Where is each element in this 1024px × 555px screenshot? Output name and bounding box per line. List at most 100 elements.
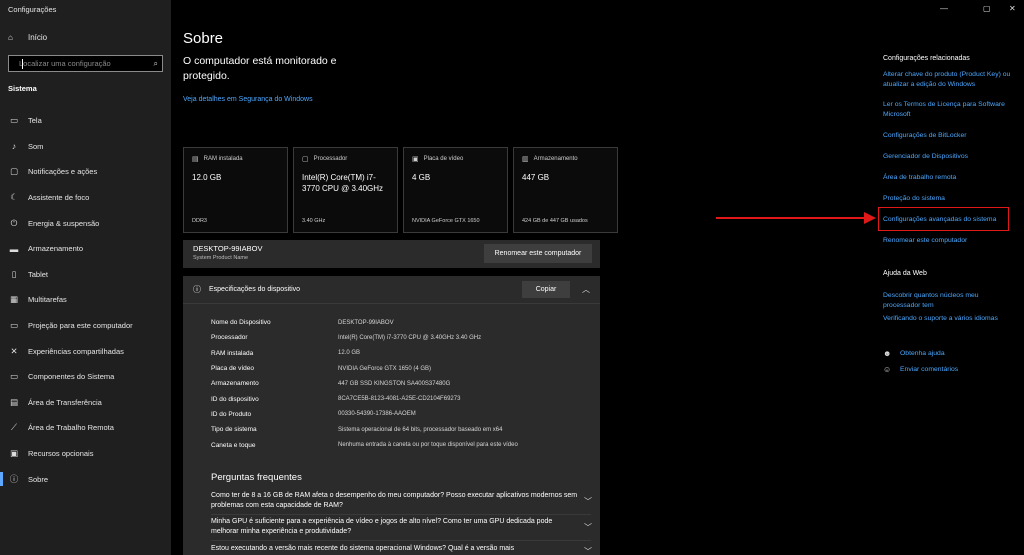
sidebar-item-label: Área de Transferência [28, 397, 102, 407]
card-title: Processador [313, 156, 348, 162]
sidebar-item-assistente-de-foco[interactable]: ☾ Assistente de foco [0, 185, 171, 211]
copy-button[interactable]: Copiar [522, 281, 570, 298]
spec-row: Armazenamento 447 GB SSD KINGSTON SA400S3… [211, 376, 518, 391]
home-label: Início [28, 33, 48, 42]
faq-item[interactable]: Como ter de 8 a 16 GB de RAM afeta o des… [211, 491, 581, 511]
related-link[interactable]: Gerenciador de Dispositivos [883, 152, 1013, 162]
card-header: ▣ Placa de vídeo [412, 155, 499, 163]
sidebar-item-multitarefas[interactable]: ▦ Multitarefas [0, 287, 171, 313]
related-link[interactable]: Renomear este computador [883, 236, 1013, 246]
spec-value: NVIDIA GeForce GTX 1650 (4 GB) [338, 365, 432, 372]
sidebar-item-energia-suspens-o[interactable]: ⏻ Energia & suspensão [0, 210, 171, 236]
card-header: ▤ RAM instalada [192, 155, 279, 163]
security-details-link[interactable]: Veja detalhes em Segurança do Windows [183, 96, 313, 103]
spec-label: Tipo de sistema [211, 426, 257, 434]
sidebar-item-notifica-es-e-a-es[interactable]: ▢ Notificações e ações [0, 159, 171, 185]
spec-value: Sistema operacional de 64 bits, processa… [338, 426, 503, 433]
sidebar-item-label: Multitarefas [28, 295, 67, 305]
device-specs-title: Especificações do dispositivo [209, 286, 301, 293]
sidebar-item-som[interactable]: ♪ Som [0, 134, 171, 160]
text-caret [22, 59, 23, 69]
related-link[interactable]: Ler os Termos de Licença para Software M… [883, 100, 1013, 119]
sidebar-item-recursos-opcionais[interactable]: ▣ Recursos opcionais [0, 441, 171, 467]
related-link[interactable]: Alterar chave do produto (Product Key) o… [883, 70, 1013, 89]
spec-row: Processador Intel(R) Core(TM) i7-3770 CPU… [211, 330, 518, 345]
card-title: Armazenamento [533, 156, 578, 162]
feedback-link[interactable]: ☺ Enviar comentários [883, 365, 958, 375]
feedback-icon: ☺ [883, 365, 892, 375]
web-help-link[interactable]: Verificando o suporte a vários idiomas [883, 314, 1013, 324]
sidebar-item-tablet[interactable]: ▯ Tablet [0, 262, 171, 288]
sidebar-item-experi-ncias-compartilhadas[interactable]: ✕ Experiências compartilhadas [0, 338, 171, 364]
chevron-up-icon[interactable]: ︿ [582, 284, 590, 295]
spec-row: Caneta e toque Nenhuma entrada à caneta o… [211, 437, 518, 452]
spec-row: ID do dispositivo 8CA7CE5B-8123-4081-A25E… [211, 391, 518, 406]
related-link[interactable]: Área de trabalho remota [883, 173, 1013, 183]
hardware-cards: ▤ RAM instalada 12.0 GB DDR3 ▢ Processador Int… [183, 147, 618, 233]
maximize-button[interactable]: ▢ [983, 4, 991, 13]
device-specs-panel: ⓘ Especificações do dispositivo Copiar ︿… [183, 276, 600, 555]
nav-icon: ▣ [9, 448, 19, 459]
sidebar-item-label: Recursos opcionais [28, 449, 94, 459]
sidebar-item-armazenamento[interactable]: ▬ Armazenamento [0, 236, 171, 262]
close-button[interactable]: ✕ [1009, 4, 1016, 13]
card-header: ▥ Armazenamento [522, 155, 609, 163]
sidebar-item-label: Som [28, 141, 44, 151]
related-link[interactable]: Proteção do sistema [883, 194, 1013, 204]
nav-icon: ⟋ [11, 422, 17, 433]
spec-label: Placa de vídeo [211, 365, 255, 373]
sidebar-item-label: Tela [28, 116, 42, 126]
faq-item[interactable]: Estou executando a versão mais recente d… [211, 544, 581, 554]
card-detail: NVIDIA GeForce GTX 1650 [412, 218, 480, 224]
spec-label: Caneta e toque [211, 441, 256, 449]
hardware-icon: ▢ [302, 156, 309, 163]
card-title: Placa de vídeo [423, 156, 464, 162]
annotation-arrow [716, 217, 866, 219]
sidebar-item-label: Notificações e ações [28, 167, 98, 177]
sidebar-item-tela[interactable]: ▭ Tela [0, 108, 171, 134]
sidebar-item-componentes-do-sistema[interactable]: ▭ Componentes do Sistema [0, 364, 171, 390]
hardware-icon: ▣ [412, 156, 419, 163]
card-value: Intel(R) Core(TM) i7-3770 CPU @ 3.40GHz [302, 173, 384, 193]
nav-icon: ⏻ [10, 217, 18, 228]
chevron-down-icon[interactable]: ﹀ [584, 496, 592, 507]
card-detail: 3.40 GHz [302, 218, 326, 224]
minimize-button[interactable]: — [940, 4, 948, 13]
sidebar-nav: ▭ Tela ♪ Som ▢ Notificações e ações ☾ Assistent… [0, 108, 171, 492]
sidebar-item--rea-de-transfer-ncia[interactable]: ▤ Área de Transferência [0, 390, 171, 416]
faq-divider [211, 540, 591, 541]
search-icon[interactable]: ⌕ [154, 59, 158, 69]
sidebar-item-label: Energia & suspensão [28, 218, 100, 228]
card-value: 447 GB [522, 173, 550, 182]
sidebar-item--rea-de-trabalho-remota[interactable]: ⟋ Área de Trabalho Remota [0, 415, 171, 441]
faq-question: Minha GPU é suficiente para a experiênci… [211, 518, 553, 535]
sidebar: Configurações ⌂ Início Localizar uma con… [0, 0, 171, 555]
sidebar-item-proje-o-para-este-computador[interactable]: ▭ Projeção para este computador [0, 313, 171, 339]
web-help-link[interactable]: Descobrir quantos núcleos meu processado… [883, 291, 1013, 310]
hardware-icon: ▥ [522, 156, 529, 163]
spec-value: Nenhuma entrada à caneta ou por toque di… [338, 442, 518, 449]
chevron-down-icon[interactable]: ﹀ [584, 546, 592, 555]
sidebar-item-label: Componentes do Sistema [28, 372, 115, 382]
device-name-bar: DESKTOP-99IABOV System Product Name Reno… [183, 240, 600, 268]
related-link[interactable]: Configurações de BitLocker [883, 131, 1013, 141]
get-help-link[interactable]: ☻ Obtenha ajuda [883, 349, 945, 359]
sidebar-item-label: Tablet [28, 269, 49, 279]
rename-computer-button[interactable]: Renomear este computador [484, 244, 592, 263]
related-settings-title: Configurações relacionadas [883, 55, 970, 62]
card-header: ▢ Processador [302, 155, 389, 163]
card-value: 12.0 GB [192, 173, 222, 182]
card-detail: DDR3 [192, 218, 207, 224]
home-nav-item[interactable]: ⌂ Início [8, 33, 47, 42]
chevron-down-icon[interactable]: ﹀ [584, 522, 592, 533]
faq-item[interactable]: Minha GPU é suficiente para a experiênci… [211, 517, 581, 537]
related-settings-panel: Configurações relacionadas Alterar chave… [883, 55, 1018, 374]
faq-divider [211, 514, 591, 515]
sidebar-item-label: Área de Trabalho Remota [28, 423, 114, 433]
spec-row: ID do Produto 00330-54390-17386-AAOEM [211, 407, 518, 422]
faq-question: Estou executando a versão mais recente d… [211, 545, 515, 552]
web-help-title: Ajuda da Web [883, 270, 927, 277]
sidebar-item-sobre[interactable]: ⓘ Sobre [0, 466, 171, 492]
search-input[interactable]: Localizar uma configuração ⌕ [8, 55, 163, 72]
nav-icon: ▭ [9, 320, 19, 331]
